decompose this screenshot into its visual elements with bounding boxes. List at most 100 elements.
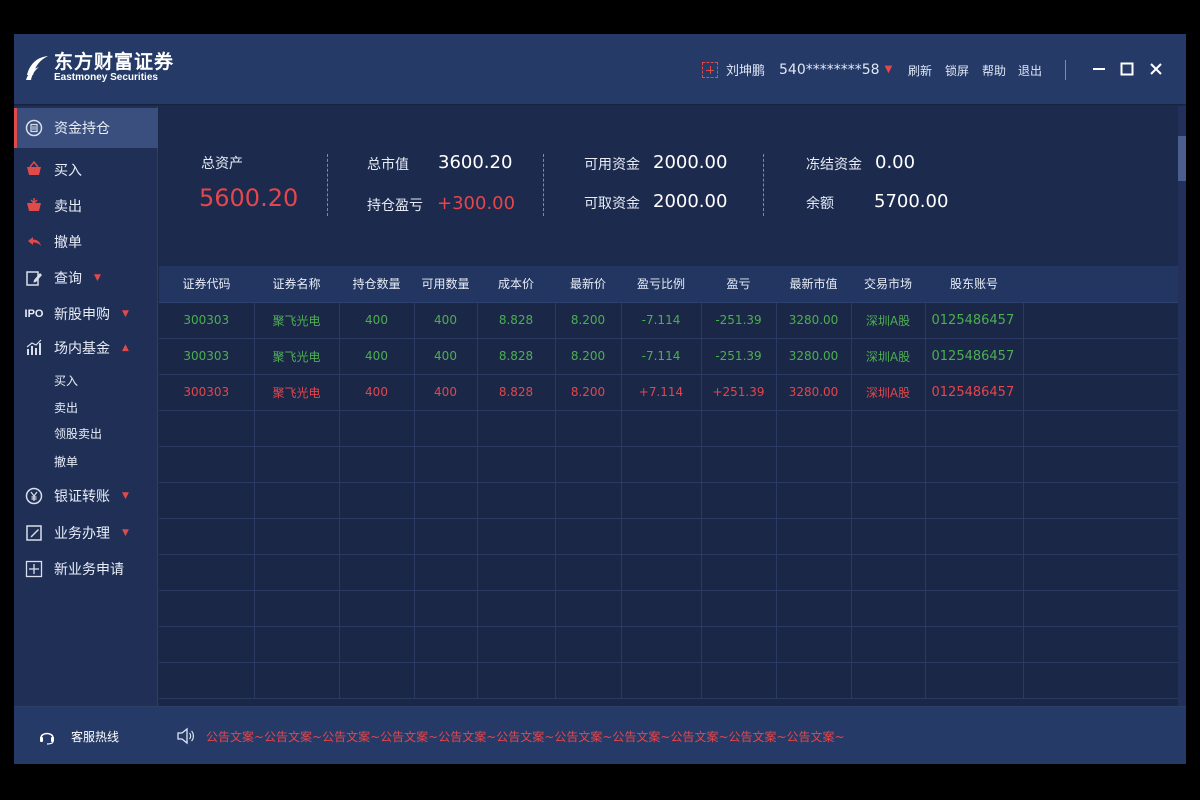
table-cell (1023, 626, 1179, 663)
sidebar-item-new-business[interactable]: 新业务申请 (14, 551, 158, 587)
frozen-funds-value: 0.00 (875, 152, 916, 173)
table-cell: 400 (339, 302, 415, 339)
table-cell (1023, 554, 1179, 591)
sidebar-item-query[interactable]: 查询 ▼ (14, 260, 158, 296)
table-cell (1023, 590, 1179, 627)
empty-table-row (159, 518, 1179, 555)
user-account-selector[interactable]: 刘坤鹏 540********58 ▼ (702, 60, 892, 79)
column-header[interactable] (1023, 266, 1178, 303)
caret-down-icon: ▼ (122, 528, 129, 538)
total-assets-value: 5600.20 (199, 184, 299, 212)
title-bar: 东方财富证券 Eastmoney Securities 刘坤鹏 540*****… (14, 34, 1186, 105)
table-cell (339, 518, 415, 555)
table-cell (339, 410, 415, 447)
announcement-ticker[interactable]: 公告文案~公告文案~公告文案~公告文案~公告文案~公告文案~公告文案~公告文案~… (176, 727, 845, 745)
fund-sub-item-buy[interactable]: 买入 (54, 372, 78, 389)
close-icon[interactable] (1148, 61, 1164, 77)
table-cell (555, 554, 622, 591)
table-cell (414, 482, 478, 519)
sidebar-item-funds-positions[interactable]: 资金持仓 (14, 108, 158, 148)
sidebar-item-ipo[interactable]: IPO 新股申购 ▼ (14, 296, 158, 332)
table-cell: 8.828 (477, 302, 556, 339)
column-header[interactable]: 证券名称 (254, 266, 339, 303)
table-cell (1023, 482, 1179, 519)
sidebar-item-label: 场内基金 (54, 341, 110, 357)
table-cell (925, 518, 1024, 555)
sidebar-item-buy[interactable]: 买入 (14, 152, 158, 188)
customer-hotline[interactable]: 客服热线 (38, 727, 119, 745)
maximize-icon[interactable] (1119, 61, 1135, 77)
table-cell (776, 518, 852, 555)
fund-sub-item-claim-sell[interactable]: 领股卖出 (54, 425, 102, 442)
sidebar-item-bank-transfer[interactable]: 银证转账 ▼ (14, 478, 158, 514)
fund-sub-item-cancel[interactable]: 撤单 (54, 453, 78, 470)
sidebar-item-label: 业务办理 (54, 526, 110, 542)
table-cell: 聚飞光电 (254, 374, 340, 411)
table-row[interactable]: 300303 聚飞光电 400 400 8.828 8.200 -7.114 -251.39 3… (159, 302, 1179, 339)
caret-down-icon: ▼ (122, 309, 129, 319)
table-cell: 3280.00 (776, 374, 852, 411)
table-cell (925, 662, 1024, 699)
announcement-text: 公告文案~公告文案~公告文案~公告文案~公告文案~公告文案~公告文案~公告文案~… (206, 729, 845, 744)
sidebar-item-label: 撤单 (54, 235, 82, 251)
sidebar-item-exchange-fund[interactable]: 场内基金 ▲ (14, 330, 158, 366)
fund-sub-item-sell[interactable]: 卖出 (54, 399, 78, 416)
app-window: 东方财富证券 Eastmoney Securities 刘坤鹏 540*****… (14, 34, 1186, 764)
table-cell (555, 482, 622, 519)
sidebar-item-label: 资金持仓 (54, 121, 110, 137)
table-cell (414, 590, 478, 627)
empty-table-row (159, 446, 1179, 483)
table-cell (254, 446, 340, 483)
ipo-icon: IPO (24, 308, 44, 320)
minimize-icon[interactable] (1091, 61, 1107, 77)
sidebar-item-cancel-order[interactable]: 撤单 (14, 224, 158, 260)
table-row[interactable]: 300303 聚飞光电 400 400 8.828 8.200 +7.114 +251.39 3… (159, 374, 1179, 411)
column-header[interactable]: 持仓数量 (339, 266, 414, 303)
scrollbar-thumb[interactable] (1178, 136, 1186, 181)
position-pnl-label: 持仓盈亏 (367, 198, 423, 214)
main-content: 总资产 5600.20 总市值 3600.20 持仓盈亏 +300.00 可用资… (159, 106, 1186, 706)
vertical-scrollbar[interactable] (1178, 106, 1186, 706)
column-header[interactable]: 盈亏比例 (621, 266, 701, 303)
table-cell (159, 590, 255, 627)
table-cell (851, 590, 926, 627)
column-header[interactable]: 可用数量 (414, 266, 477, 303)
table-cell (621, 482, 702, 519)
help-link[interactable]: 帮助 (982, 62, 1006, 79)
buy-basket-icon (24, 160, 44, 180)
withdrawable-funds-label: 可取资金 (584, 196, 640, 212)
table-cell (254, 590, 340, 627)
column-header[interactable]: 成本价 (477, 266, 555, 303)
column-header[interactable]: 最新价 (555, 266, 621, 303)
table-cell (925, 482, 1024, 519)
table-cell (925, 590, 1024, 627)
table-cell (477, 554, 556, 591)
table-cell (159, 554, 255, 591)
lock-screen-link[interactable]: 锁屏 (945, 62, 969, 79)
table-cell: 300303 (159, 302, 255, 339)
table-cell: 8.200 (555, 338, 622, 375)
table-row[interactable]: 300303 聚飞光电 400 400 8.828 8.200 -7.114 -251.39 3… (159, 338, 1179, 375)
table-cell: 0125486457 (925, 374, 1024, 411)
table-cell (701, 518, 777, 555)
table-cell (776, 662, 852, 699)
frozen-funds-label: 冻结资金 (806, 157, 862, 173)
column-header[interactable]: 最新市值 (776, 266, 851, 303)
column-header[interactable]: 交易市场 (851, 266, 925, 303)
refresh-link[interactable]: 刷新 (908, 62, 932, 79)
caret-down-icon: ▼ (94, 273, 101, 283)
table-cell (414, 446, 478, 483)
table-cell (1023, 662, 1179, 699)
user-add-icon (702, 61, 718, 78)
wallet-icon (24, 118, 44, 138)
sidebar-item-business[interactable]: 业务办理 ▼ (14, 515, 158, 551)
column-header[interactable]: 证券代码 (159, 266, 254, 303)
column-header[interactable]: 盈亏 (701, 266, 776, 303)
table-cell (1023, 446, 1179, 483)
logout-link[interactable]: 退出 (1018, 62, 1042, 79)
table-cell: 400 (414, 338, 478, 375)
column-header[interactable]: 股东账号 (925, 266, 1023, 303)
sidebar-item-sell[interactable]: 卖出 (14, 188, 158, 224)
table-cell (339, 662, 415, 699)
table-cell (254, 518, 340, 555)
